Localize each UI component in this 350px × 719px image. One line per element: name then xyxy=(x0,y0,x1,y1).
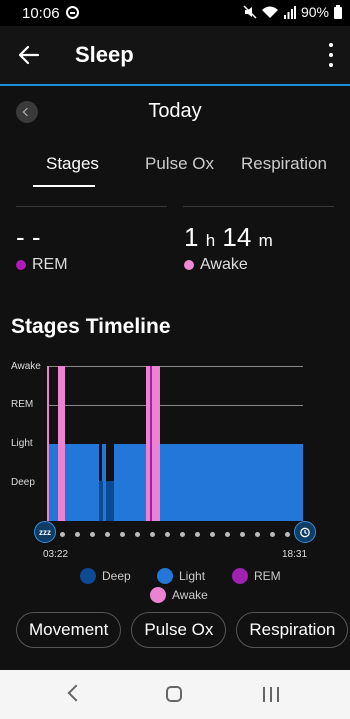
awake-stat-label: Awake xyxy=(184,256,248,274)
rem-legend-dot-icon xyxy=(232,568,248,584)
page-title: Sleep xyxy=(75,42,134,67)
nav-recents-icon[interactable] xyxy=(263,687,279,702)
y-label-deep: Deep xyxy=(11,477,35,488)
rem-value: - - xyxy=(16,222,41,252)
status-icons: 90% xyxy=(243,4,342,20)
awake-dot-icon xyxy=(184,260,194,270)
respiration-chip[interactable]: Respiration xyxy=(236,612,349,648)
rem-segment xyxy=(150,366,152,521)
deep-segment xyxy=(106,481,114,521)
legend-rem: REM xyxy=(232,568,281,584)
awake-minutes-unit: m xyxy=(258,231,273,250)
gap-segment xyxy=(106,444,114,481)
rem-dot-icon xyxy=(16,260,26,270)
nav-home-icon[interactable] xyxy=(166,686,182,702)
timeline-scrubber[interactable] xyxy=(60,532,290,537)
signal-icon xyxy=(283,5,296,19)
awake-value: 1 h 14 m xyxy=(184,222,273,253)
wifi-icon xyxy=(261,6,278,18)
light-segment xyxy=(47,444,303,521)
pulse-ox-chip[interactable]: Pulse Ox xyxy=(131,612,227,648)
more-options-icon[interactable] xyxy=(326,43,336,67)
y-label-light: Light xyxy=(11,438,33,449)
rem-stat-label: REM xyxy=(16,256,68,274)
sync-status-icon xyxy=(66,6,79,19)
stages-timeline-chart: Awake REM Light Deep zzz 03:22 18:31 xyxy=(0,354,350,594)
nav-back-icon[interactable] xyxy=(67,684,85,702)
light-dot-icon xyxy=(157,568,173,584)
awake-segment xyxy=(146,366,160,521)
back-arrow-icon[interactable] xyxy=(18,44,40,66)
awake-label: Awake xyxy=(200,256,248,273)
date-title: Today xyxy=(148,100,202,122)
app-bar: Sleep xyxy=(0,26,350,84)
sleep-content[interactable]: Today Stages Pulse Ox Respiration - - RE… xyxy=(0,86,350,670)
awake-segment xyxy=(47,366,49,521)
awake-hours-unit: h xyxy=(205,231,216,250)
y-label-awake: Awake xyxy=(11,361,41,372)
end-time-label: 18:31 xyxy=(282,549,308,560)
stages-timeline-title: Stages Timeline xyxy=(11,315,171,338)
deep-segment xyxy=(99,481,103,521)
legend-awake: Awake xyxy=(150,587,208,603)
active-tab-indicator xyxy=(33,185,95,187)
battery-percent: 90% xyxy=(300,4,329,20)
awake-segment xyxy=(58,366,65,521)
start-time-label: 03:22 xyxy=(43,549,69,560)
stat-divider xyxy=(16,206,167,207)
system-nav-bar xyxy=(0,670,350,719)
status-bar: 10:06 90% xyxy=(0,0,350,26)
sleep-start-icon: zzz xyxy=(34,521,56,543)
deep-dot-icon xyxy=(80,568,96,584)
alarm-clock-icon xyxy=(294,521,316,543)
rem-label: REM xyxy=(32,256,68,273)
timeline-plot xyxy=(47,366,303,521)
awake-minutes: 14 xyxy=(222,222,252,252)
related-chips: Movement Pulse Ox Respiration xyxy=(16,612,349,648)
status-time: 10:06 xyxy=(22,5,60,22)
stat-divider xyxy=(183,206,334,207)
legend-rem-label: REM xyxy=(254,569,281,583)
legend-deep-label: Deep xyxy=(102,569,131,583)
legend-deep: Deep xyxy=(80,568,131,584)
battery-icon xyxy=(334,5,342,19)
mute-icon xyxy=(243,5,257,19)
awake-legend-dot-icon xyxy=(150,587,166,603)
timeline-legend: Deep Light REM Awake xyxy=(0,568,350,608)
gap-segment xyxy=(99,444,102,481)
tab-stages[interactable]: Stages xyxy=(46,154,99,174)
y-label-rem: REM xyxy=(11,399,34,410)
legend-awake-label: Awake xyxy=(172,588,208,602)
awake-hours: 1 xyxy=(184,222,199,252)
legend-light: Light xyxy=(157,568,205,584)
legend-light-label: Light xyxy=(179,569,206,583)
movement-chip[interactable]: Movement xyxy=(16,612,122,648)
tab-pulse-ox[interactable]: Pulse Ox xyxy=(145,154,214,174)
tab-respiration[interactable]: Respiration xyxy=(241,154,327,174)
